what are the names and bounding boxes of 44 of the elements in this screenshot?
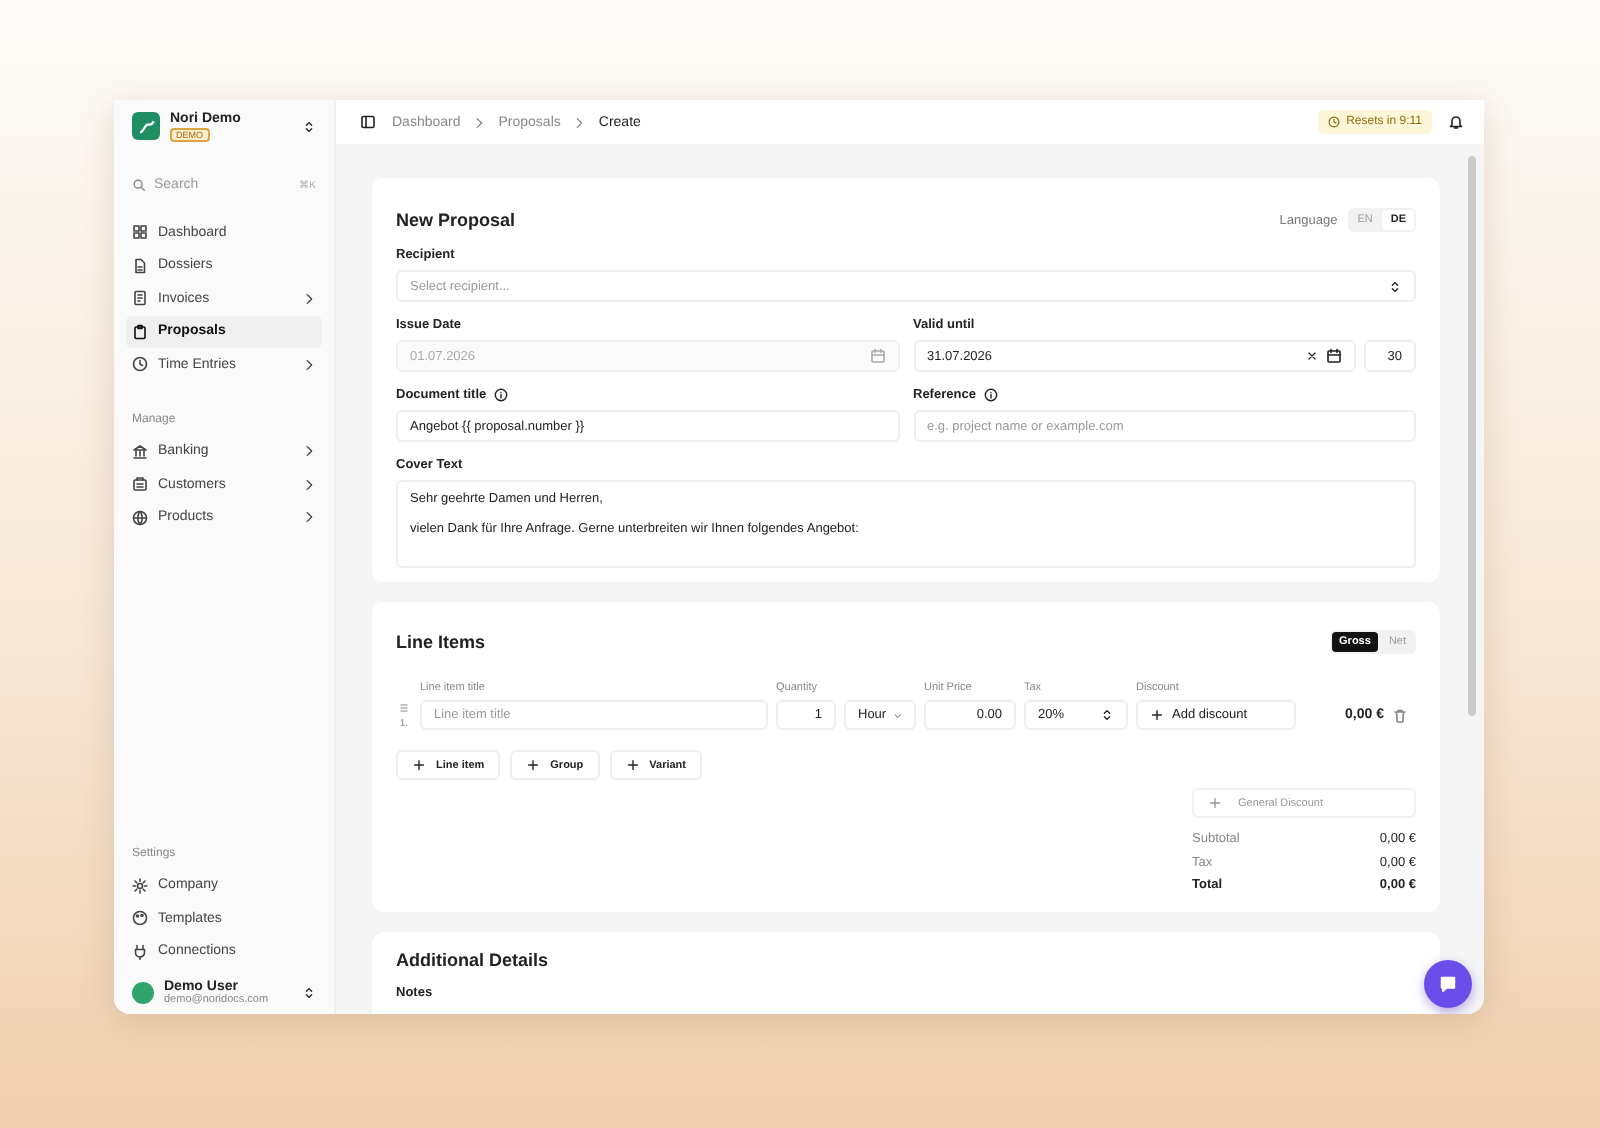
- globe-icon: [132, 509, 148, 526]
- up-down-icon: [302, 986, 316, 1000]
- clock-icon: [132, 356, 148, 373]
- chat-icon: [1438, 974, 1458, 994]
- bell-icon: [1448, 114, 1464, 130]
- trash-icon: [1392, 707, 1408, 723]
- chevron-right-icon: [572, 115, 587, 129]
- plus-icon: [1150, 708, 1164, 722]
- gear-icon: [132, 877, 148, 894]
- chevron-right-icon: [302, 357, 316, 372]
- plus-icon: [1208, 796, 1222, 810]
- up-down-icon: [1388, 279, 1402, 293]
- chevron-right-icon: [472, 115, 487, 129]
- chevron-right-icon: [302, 477, 316, 492]
- chat-button[interactable]: [1424, 960, 1472, 1008]
- plus-icon: [625, 758, 640, 772]
- avatar-icon: [132, 982, 154, 1004]
- card-title: Line Items: [396, 632, 486, 652]
- info-icon: [983, 388, 998, 402]
- plus-icon: [526, 758, 541, 772]
- clipboard-icon: [132, 323, 148, 340]
- calendar-icon: [869, 348, 885, 364]
- plug-icon: [132, 943, 148, 960]
- bank-icon: [132, 443, 148, 460]
- card-title: Additional Details: [396, 949, 551, 969]
- up-down-icon: [1100, 708, 1114, 722]
- close-icon: [1306, 350, 1318, 362]
- calendar-icon: [1326, 348, 1342, 364]
- grid-icon: [132, 224, 148, 241]
- chevron-right-icon: [302, 510, 316, 525]
- up-down-icon: [302, 119, 316, 133]
- logo-icon: [132, 112, 160, 140]
- chevron-right-icon: [302, 444, 316, 459]
- clock-icon: [1328, 116, 1341, 128]
- plus-icon: [412, 758, 426, 772]
- search-icon: [132, 177, 146, 191]
- card-title: New Proposal: [396, 210, 516, 230]
- scrollbar[interactable]: [1468, 156, 1476, 716]
- chevron-right-icon: [302, 291, 316, 306]
- info-icon: [494, 388, 509, 402]
- receipt-icon: [132, 290, 148, 307]
- document-icon: [132, 257, 148, 274]
- drag-handle-icon: [398, 701, 410, 713]
- sidebar-toggle-icon: [360, 114, 376, 130]
